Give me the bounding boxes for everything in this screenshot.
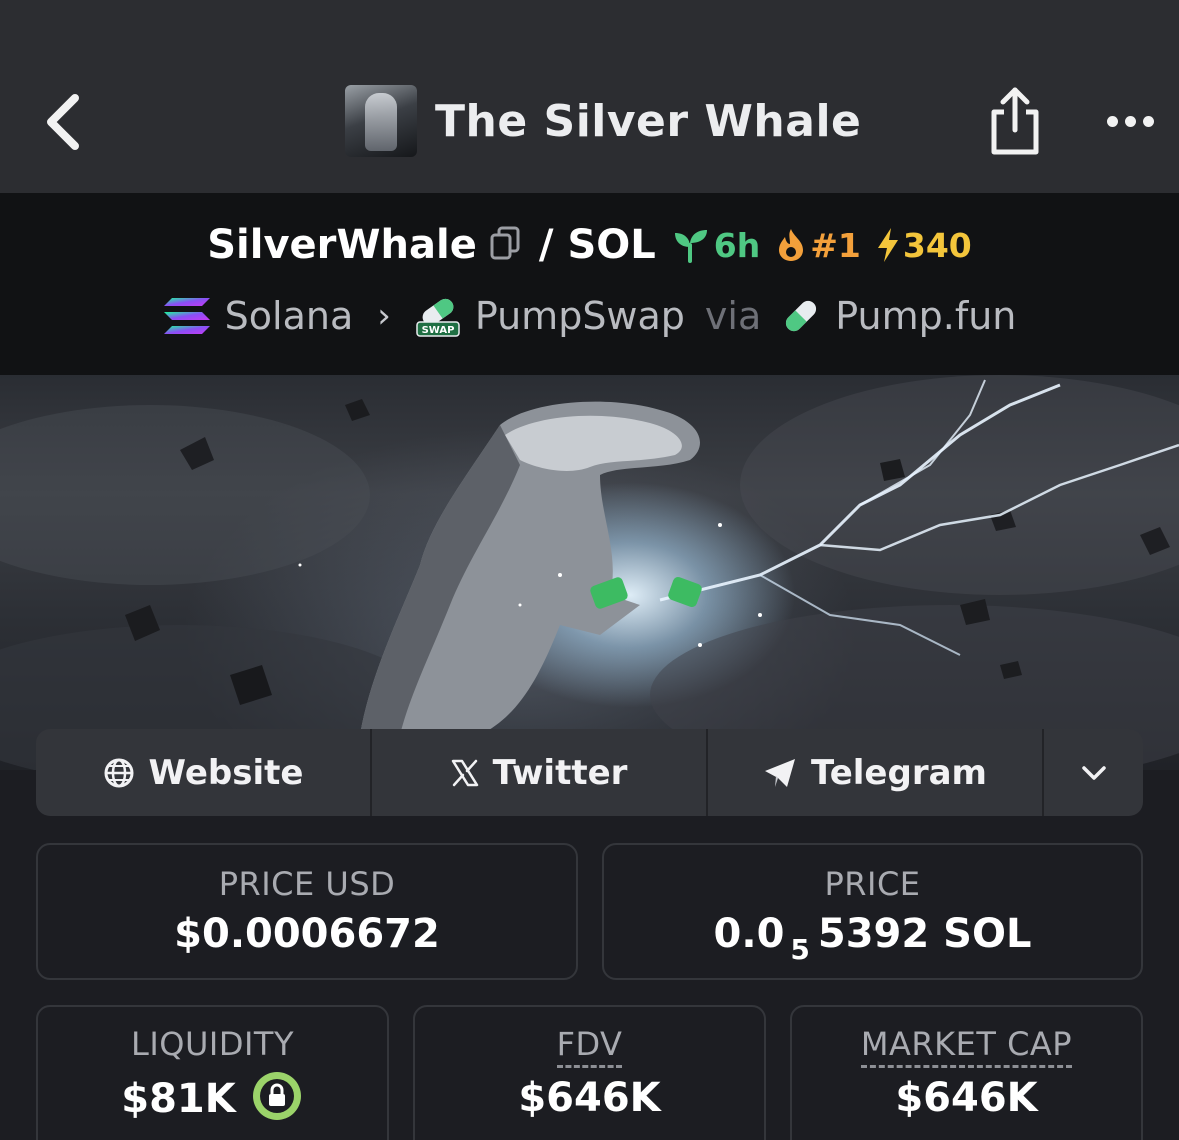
pair-age-badge: 6h <box>672 226 760 265</box>
token-title: The Silver Whale <box>345 85 861 157</box>
base-symbol: SilverWhale <box>207 222 477 268</box>
x-icon <box>451 759 478 786</box>
banner-artwork <box>0 375 1179 770</box>
via-label: via <box>704 294 762 338</box>
chain-link[interactable] <box>163 296 211 336</box>
share-button[interactable] <box>986 86 1044 156</box>
telegram-button[interactable]: Telegram <box>708 729 1042 816</box>
market-cap-label: MARKET CAP <box>860 1025 1073 1068</box>
top-nav-bar: The Silver Whale <box>0 0 1179 193</box>
market-cap-value: $646K <box>895 1075 1038 1121</box>
chain-name[interactable]: Solana <box>225 294 354 338</box>
chevron-left-icon <box>47 94 79 150</box>
more-icon <box>1106 115 1118 127</box>
fdv-card: FDV $646K <box>413 1005 766 1140</box>
twitter-label: Twitter <box>492 752 628 793</box>
price-usd-card: PRICE USD $0.0006672 <box>36 843 578 980</box>
fdv-label: FDV <box>556 1025 623 1068</box>
launchpad-icon-wrap[interactable] <box>781 296 821 336</box>
price-native-value: 0.0 5 5392 SOL <box>604 911 1141 966</box>
boost-count: 340 <box>902 225 972 265</box>
price-digits: 5392 SOL <box>817 911 1032 957</box>
share-icon <box>991 87 1039 155</box>
more-options-button[interactable] <box>1100 105 1160 137</box>
website-button[interactable]: Website <box>36 729 370 816</box>
pill-icon <box>786 300 817 332</box>
pumpswap-icon: SWAP <box>416 298 460 337</box>
svg-text:SWAP: SWAP <box>421 325 454 336</box>
bolt-icon <box>877 228 898 262</box>
chevron-down-icon <box>1081 765 1106 780</box>
liquidity-value: $81K <box>121 1076 236 1122</box>
flame-icon <box>779 229 804 261</box>
globe-icon <box>104 758 134 787</box>
market-cap-label-wrap[interactable]: MARKET CAP <box>792 1025 1141 1068</box>
dex-name[interactable]: PumpSwap <box>475 294 685 338</box>
price-native-card: PRICE 0.0 5 5392 SOL <box>602 843 1143 980</box>
page-title: The Silver Whale <box>435 95 862 147</box>
pair-row: SilverWhale / SOL 6h #1 340 <box>0 217 1179 273</box>
price-native-label: PRICE <box>824 865 921 903</box>
copy-icon <box>490 226 520 260</box>
token-banner-image <box>0 375 1179 770</box>
launchpad-name[interactable]: Pump.fun <box>835 294 1016 338</box>
chain-breadcrumb: Solana › SWAP PumpSwap via Pump.fun <box>0 288 1179 344</box>
copy-address-button[interactable] <box>489 225 521 265</box>
fdv-label-wrap[interactable]: FDV <box>415 1025 764 1068</box>
liquidity-lock-badge[interactable] <box>250 1069 304 1133</box>
lock-icon <box>252 1072 301 1120</box>
price-usd-value: $0.0006672 <box>174 911 440 957</box>
back-button[interactable] <box>38 92 88 152</box>
liquidity-label: LIQUIDITY <box>131 1025 294 1063</box>
dex-link-icon-wrap[interactable]: SWAP <box>415 294 461 338</box>
more-links-button[interactable] <box>1044 729 1143 816</box>
seedling-icon <box>674 230 707 263</box>
price-prefix: 0.0 <box>713 911 785 957</box>
breadcrumb-chevron-icon: › <box>377 296 391 336</box>
pair-age: 6h <box>713 225 761 265</box>
trending-rank: #1 <box>810 225 861 265</box>
telegram-label: Telegram <box>811 752 987 793</box>
quote-symbol: SOL <box>567 222 656 268</box>
trending-rank-badge[interactable]: #1 <box>776 226 861 265</box>
twitter-button[interactable]: Twitter <box>372 729 706 816</box>
website-label: Website <box>148 752 304 793</box>
boost-badge[interactable]: 340 <box>875 226 972 265</box>
pair-header: SilverWhale / SOL 6h #1 340 Solana › SWA… <box>0 193 1179 375</box>
solana-icon <box>163 298 210 334</box>
pair-separator: / <box>538 222 554 268</box>
social-links-bar: Website Twitter Telegram <box>36 729 1143 816</box>
liquidity-value-row: $81K <box>38 1069 387 1133</box>
market-cap-card: MARKET CAP $646K <box>790 1005 1143 1140</box>
liquidity-card: LIQUIDITY $81K <box>36 1005 389 1140</box>
telegram-icon <box>765 758 796 787</box>
fdv-value: $646K <box>518 1075 661 1121</box>
token-avatar <box>345 85 417 157</box>
price-usd-label: PRICE USD <box>218 865 396 903</box>
price-zero-count: 5 <box>790 933 810 966</box>
